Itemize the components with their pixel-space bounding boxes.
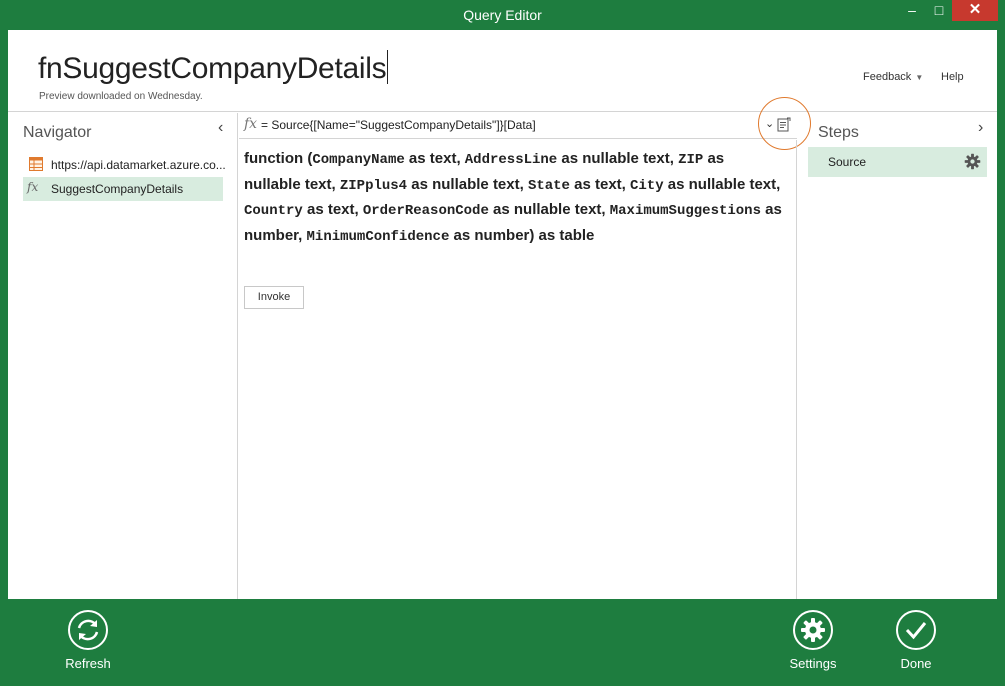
steps-title: Steps (818, 124, 859, 141)
formula-input[interactable]: = Source{[Name="SuggestCompanyDetails"]}… (261, 118, 536, 132)
invoke-button[interactable]: Invoke (244, 286, 304, 309)
feedback-menu[interactable]: Feedback ▼ (863, 71, 923, 83)
settings-gear-icon (793, 610, 833, 650)
step-label: Source (828, 155, 867, 169)
function-keyword: as number) as table (449, 226, 595, 244)
navigator-item-suggestcompanydetails[interactable]: fx SuggestCompanyDetails (23, 177, 223, 201)
refresh-icon (68, 610, 108, 650)
help-link[interactable]: Help (941, 71, 964, 83)
preview-pane: function (CompanyName as text, AddressLi… (239, 140, 797, 599)
function-parameter: CompanyName (312, 152, 405, 168)
function-parameter: OrderReasonCode (362, 203, 489, 219)
table-icon (29, 157, 43, 171)
settings-button[interactable]: Settings (768, 599, 858, 679)
checkmark-icon (896, 610, 936, 650)
function-keyword: as text, (302, 201, 363, 218)
function-parameter: Country (244, 203, 303, 219)
function-parameter: MaximumSuggestions (609, 203, 761, 219)
fx-icon: fx (244, 116, 258, 132)
function-keyword: as text, (569, 175, 630, 193)
navigator-pane: Navigator ‹ https://api.datamarket.azure… (8, 113, 238, 599)
function-keyword: as nullable text, (407, 175, 528, 193)
gear-icon[interactable] (964, 153, 981, 170)
collapse-navigator-icon[interactable]: ‹ (218, 119, 223, 137)
function-keyword: as text, (404, 150, 465, 167)
query-name-field[interactable]: fnSuggestCompanyDetails (38, 50, 389, 86)
maximize-button[interactable]: □ (926, 0, 952, 21)
function-parameter: MinimumConfidence (306, 228, 450, 245)
steps-pane: Steps › Source (798, 113, 997, 599)
preview-status: Preview downloaded on Wednesday. (39, 91, 203, 102)
function-keyword: function ( (244, 150, 313, 167)
query-name-text: fnSuggestCompanyDetails (38, 52, 387, 85)
function-parameter: AddressLine (464, 152, 558, 168)
navigator-item-datamarket[interactable]: https://api.datamarket.azure.co... (23, 153, 226, 177)
fx-icon: fx (27, 180, 39, 194)
editor-client-area: fnSuggestCompanyDetails Preview download… (8, 30, 997, 599)
expand-steps-icon[interactable]: › (978, 119, 983, 137)
close-button[interactable]: ✕ (952, 0, 998, 21)
step-item-source[interactable]: Source (808, 147, 987, 177)
function-parameter: ZIPplus4 (339, 177, 408, 194)
formula-bar: fx = Source{[Name="SuggestCompanyDetails… (239, 97, 811, 150)
refresh-button[interactable]: Refresh (43, 599, 133, 679)
function-signature: function (CompanyName as text, AddressLi… (244, 147, 784, 249)
done-button[interactable]: Done (871, 599, 961, 679)
done-label: Done (900, 656, 932, 671)
editor-header: fnSuggestCompanyDetails Preview download… (8, 30, 997, 112)
feedback-label: Feedback (863, 71, 912, 83)
refresh-label: Refresh (65, 656, 111, 671)
settings-label: Settings (789, 656, 837, 671)
function-parameter: ZIP (678, 152, 704, 168)
window-title: Query Editor (463, 7, 542, 23)
navigator-item-label: https://api.datamarket.azure.co... (51, 158, 226, 172)
title-bar[interactable]: Query Editor – □ ✕ (0, 0, 1005, 30)
caret-down-icon: ▼ (915, 73, 924, 82)
function-parameter: City (630, 177, 664, 194)
function-keyword: as nullable text, (557, 150, 679, 167)
text-cursor (387, 50, 389, 84)
query-editor-window: Query Editor – □ ✕ fnSuggestCompanyDetai… (0, 0, 1005, 686)
function-keyword: as nullable text, (488, 201, 610, 218)
function-parameter: State (527, 177, 570, 194)
navigator-item-label: SuggestCompanyDetails (51, 182, 184, 196)
command-bar: Refresh Settings Done (8, 599, 997, 679)
function-keyword: as nullable text, (663, 175, 781, 193)
minimize-button[interactable]: – (898, 0, 926, 21)
navigator-title: Navigator (23, 124, 92, 141)
